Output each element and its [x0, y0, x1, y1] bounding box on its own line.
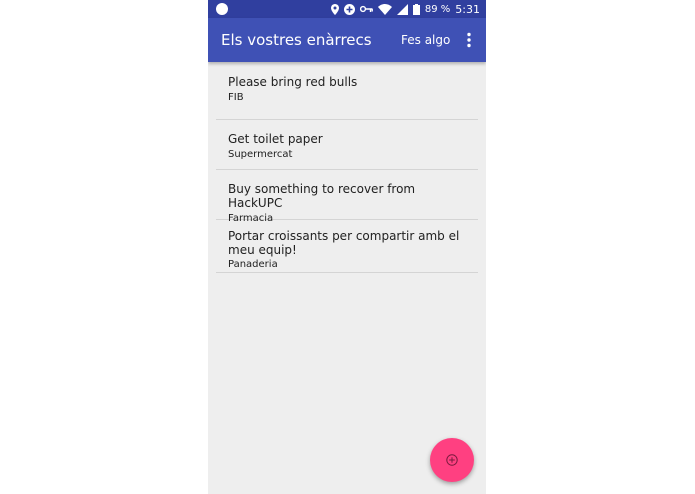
- task-title: Get toilet paper: [228, 132, 323, 146]
- add-circle-icon: [446, 454, 458, 466]
- signal-icon: [396, 3, 408, 15]
- key-icon: [359, 5, 373, 13]
- wifi-icon: [377, 3, 392, 15]
- app-bar: Els vostres enàrrecs Fes algo: [208, 18, 486, 62]
- add-circle-icon: [343, 3, 355, 15]
- more-vert-icon[interactable]: [464, 32, 474, 48]
- task-place: Supermercat: [228, 149, 293, 160]
- status-icons: 89 % 5:31: [330, 0, 480, 18]
- status-bar: 89 % 5:31: [208, 0, 486, 18]
- add-task-fab[interactable]: [430, 438, 474, 482]
- list-item[interactable]: Buy something to recover from HackUPC Fa…: [216, 170, 478, 224]
- task-list: Please bring red bulls FIB Get toilet pa…: [216, 63, 478, 273]
- task-place: Panaderia: [228, 259, 278, 270]
- phone-screen: 89 % 5:31 Els vostres enàrrecs Fes algo …: [208, 0, 486, 494]
- location-icon: [330, 3, 339, 15]
- battery-percent: 89 %: [424, 3, 451, 15]
- list-item[interactable]: Portar croissants per compartir amb el m…: [216, 220, 478, 273]
- clock: 5:31: [455, 2, 480, 16]
- fes-algo-button[interactable]: Fes algo: [401, 33, 450, 47]
- circle-icon: [216, 3, 228, 15]
- battery-icon: [412, 3, 420, 15]
- list-item[interactable]: Please bring red bulls FIB: [216, 63, 478, 120]
- app-title: Els vostres enàrrecs: [221, 31, 372, 49]
- task-place: FIB: [228, 92, 244, 103]
- list-item[interactable]: Get toilet paper Supermercat: [216, 120, 478, 170]
- task-title: Portar croissants per compartir amb el m…: [228, 229, 460, 257]
- task-title: Buy something to recover from HackUPC: [228, 182, 416, 210]
- task-title: Please bring red bulls: [228, 75, 358, 89]
